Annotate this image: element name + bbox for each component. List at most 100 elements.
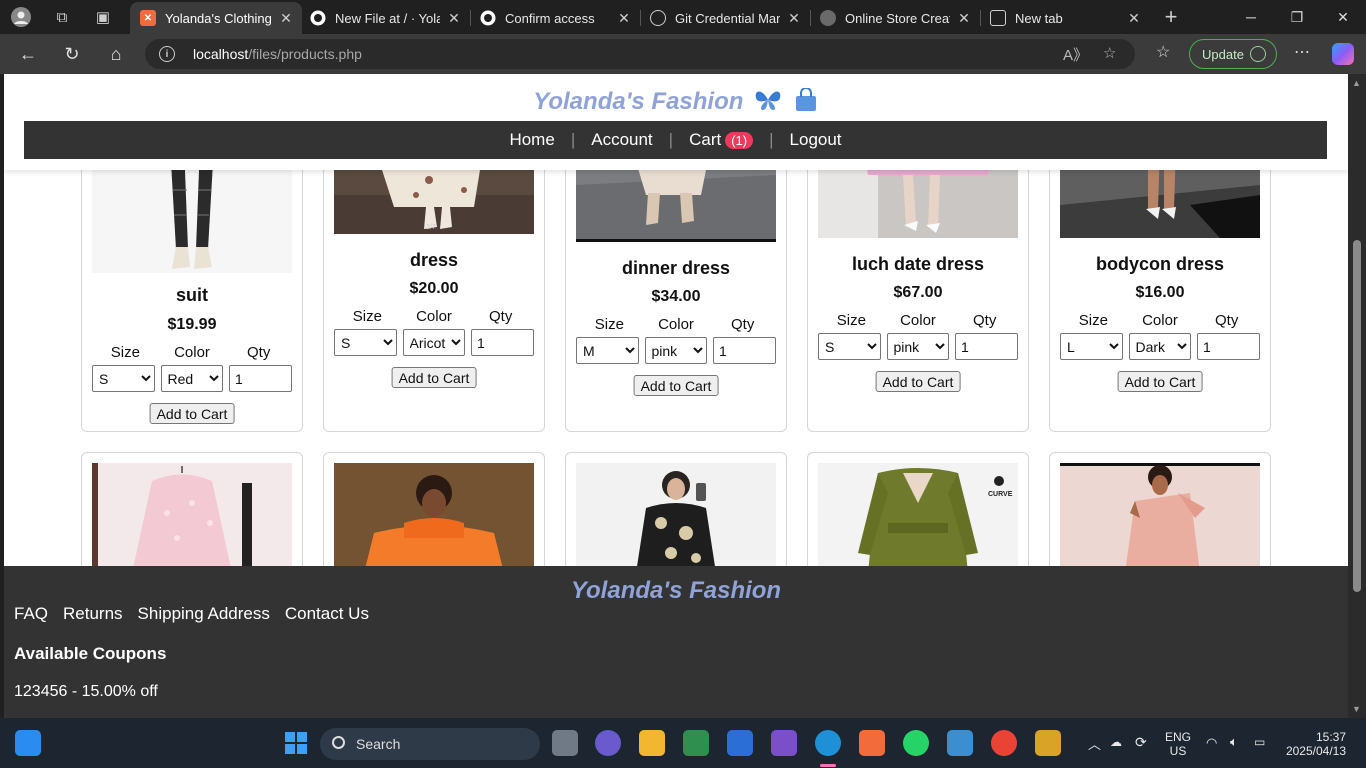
qty-input[interactable] <box>229 365 292 392</box>
teams-icon[interactable] <box>595 730 621 756</box>
size-select[interactable]: S <box>818 333 881 360</box>
main-nav: Home | Account | Cart (1) | Logout <box>24 121 1327 159</box>
add-to-cart-button[interactable]: Add to Cart <box>1117 371 1203 392</box>
store-icon[interactable] <box>727 730 753 756</box>
onedrive-icon[interactable]: ☁ <box>1110 735 1122 749</box>
color-select[interactable]: Red <box>160 365 223 392</box>
tab-new-file[interactable]: New File at / · Yolaga ✕ <box>300 2 470 34</box>
footer-link-contact-us[interactable]: Contact Us <box>285 604 369 624</box>
favorites-icon[interactable]: ☆ <box>1156 42 1170 62</box>
nav-logout[interactable]: Logout <box>774 130 858 150</box>
add-to-cart-button[interactable]: Add to Cart <box>391 367 477 388</box>
add-to-cart-button[interactable]: Add to Cart <box>149 403 235 424</box>
windows-start-icon[interactable] <box>283 730 309 756</box>
language-indicator[interactable]: ENG US <box>1165 730 1191 758</box>
nav-cart[interactable]: Cart (1) <box>673 130 769 150</box>
product-fields: L Dark <box>1060 333 1260 360</box>
excel-app-icon[interactable] <box>683 730 709 756</box>
tray-chevron-icon[interactable]: ︿ <box>1088 734 1101 753</box>
close-tab-icon[interactable]: ✕ <box>1126 10 1142 27</box>
tab-yolandas-clothing[interactable]: ✕ Yolanda's Clothing ✕ <box>130 2 302 34</box>
tab-git-credential-manager[interactable]: Git Credential Manager ✕ <box>640 2 810 34</box>
home-icon[interactable]: ⌂ <box>102 40 130 68</box>
url-text[interactable]: localhost/files/products.php <box>193 46 362 62</box>
footer-links: FAQ Returns Shipping Address Contact Us <box>14 604 369 624</box>
add-to-cart-button[interactable]: Add to Cart <box>875 371 961 392</box>
scroll-up-icon[interactable]: ▲ <box>1352 78 1361 88</box>
github-favicon-icon <box>480 10 496 26</box>
copilot-icon[interactable] <box>1332 43 1354 65</box>
task-view-icon[interactable] <box>552 730 578 756</box>
clock[interactable]: 15:37 2025/04/13 <box>1284 730 1346 758</box>
battery-icon[interactable]: ▭ <box>1254 735 1265 749</box>
xampp-icon[interactable] <box>859 730 885 756</box>
search-icon <box>332 736 345 749</box>
qty-input[interactable] <box>955 333 1018 360</box>
favorite-star-icon[interactable]: ☆ <box>1103 44 1116 62</box>
tab-new-tab[interactable]: New tab ✕ <box>980 2 1150 34</box>
close-tab-icon[interactable]: ✕ <box>446 10 462 27</box>
coupon-item: 123456 - 15.00% off <box>14 683 158 700</box>
page-scrollbar[interactable]: ▲ ▼ <box>1348 74 1366 718</box>
file-explorer-icon[interactable] <box>639 730 665 756</box>
read-aloud-icon[interactable]: A》 <box>1063 44 1088 65</box>
add-to-cart-button[interactable]: Add to Cart <box>633 375 719 396</box>
restore-icon[interactable]: ❐ <box>1274 4 1320 30</box>
profile-icon[interactable] <box>10 6 32 28</box>
field-labels: Size Color Qty <box>1078 312 1239 329</box>
color-select[interactable]: pink <box>886 333 949 360</box>
color-select[interactable]: pink <box>644 337 707 364</box>
size-select[interactable]: M <box>576 337 639 364</box>
close-tab-icon[interactable]: ✕ <box>956 10 972 27</box>
whatsapp-icon[interactable] <box>903 730 929 756</box>
taskbar-search[interactable]: Search <box>320 728 540 760</box>
chatgpt-favicon-icon <box>820 10 836 26</box>
minimize-icon[interactable]: ─ <box>1228 4 1274 30</box>
volume-icon[interactable]: 🔈︎ <box>1230 734 1238 750</box>
remote-desktop-icon[interactable] <box>947 730 973 756</box>
workspaces-icon[interactable]: ⧉ <box>51 6 73 28</box>
color-select[interactable]: Dark <box>1128 333 1191 360</box>
product-card: luch date dress $67.00 Size Color Qty S pi… <box>807 144 1029 432</box>
product-fields: S Aricot <box>334 329 534 356</box>
product-fields: M pink <box>576 337 776 364</box>
site-info-icon[interactable]: i <box>159 46 175 62</box>
close-window-icon[interactable]: ✕ <box>1320 4 1366 30</box>
nav-home[interactable]: Home <box>493 130 570 150</box>
new-tab-plus-icon[interactable]: + <box>1160 4 1182 29</box>
qty-input[interactable] <box>713 337 776 364</box>
footer-link-shipping-address[interactable]: Shipping Address <box>138 604 270 624</box>
size-select[interactable]: S <box>334 329 397 356</box>
address-bar[interactable]: i localhost/files/products.php A》 ☆ <box>145 39 1135 69</box>
update-button[interactable]: Update <box>1189 39 1277 69</box>
product-image <box>1060 463 1260 573</box>
back-arrow-icon[interactable]: ← <box>14 40 42 68</box>
visual-studio-icon[interactable] <box>771 730 797 756</box>
close-tab-icon[interactable]: ✕ <box>278 10 294 27</box>
git-tool-icon[interactable] <box>1035 730 1061 756</box>
widgets-icon[interactable] <box>15 730 41 756</box>
footer-link-faq[interactable]: FAQ <box>14 604 48 624</box>
color-select[interactable]: Aricot <box>402 329 465 356</box>
nav-account[interactable]: Account <box>575 130 668 150</box>
qty-input[interactable] <box>471 329 534 356</box>
footer-link-returns[interactable]: Returns <box>63 604 123 624</box>
edge-icon[interactable] <box>815 730 841 756</box>
site-logo[interactable]: Yolanda's Fashion <box>4 87 1348 119</box>
tab-actions-icon[interactable]: ▣ <box>92 6 114 28</box>
chrome-icon[interactable] <box>991 730 1017 756</box>
size-select[interactable]: S <box>92 365 155 392</box>
scroll-thumb[interactable] <box>1353 240 1361 592</box>
size-select[interactable]: L <box>1060 333 1123 360</box>
close-tab-icon[interactable]: ✕ <box>786 10 802 27</box>
qty-input[interactable] <box>1197 333 1260 360</box>
tab-confirm-access[interactable]: Confirm access ✕ <box>470 2 640 34</box>
refresh-icon[interactable]: ↻ <box>58 40 86 68</box>
tab-online-store-creation[interactable]: Online Store Creation ✕ <box>810 2 980 34</box>
sync-icon[interactable]: ⟳ <box>1135 734 1147 751</box>
close-tab-icon[interactable]: ✕ <box>616 10 632 27</box>
product-price: $19.99 <box>167 316 217 333</box>
wifi-icon[interactable]: ◠ <box>1206 735 1217 751</box>
more-menu-icon[interactable]: ⋯ <box>1294 42 1310 62</box>
scroll-down-icon[interactable]: ▼ <box>1352 704 1361 714</box>
